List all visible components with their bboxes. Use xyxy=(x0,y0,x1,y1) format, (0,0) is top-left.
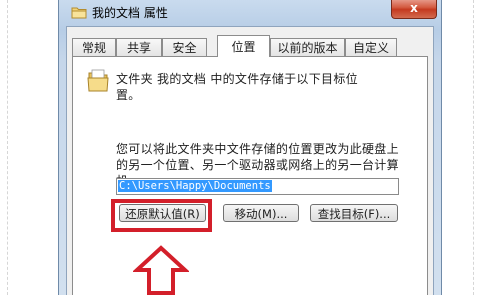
location-description-line-1: 文件夹 我的文档 中的文件存储于以下目标位 xyxy=(116,72,358,86)
location-path-text: C:\Users\Happy\Documents xyxy=(118,180,272,192)
red-highlight-box xyxy=(111,199,212,232)
tab-general[interactable]: 常规 xyxy=(72,38,116,56)
up-arrow-outline-icon xyxy=(133,245,189,295)
close-button[interactable]: x xyxy=(391,0,437,19)
location-explanation-line-1: 您可以将此文件夹中文件存储的位置更改为此硬盘上 xyxy=(116,142,399,156)
tab-previous-versions[interactable]: 以前的版本 xyxy=(270,38,345,56)
title-bar[interactable]: 我的文档 属性 x xyxy=(59,0,441,28)
dialog-client-area: 常规 共享 安全 位置 以前的版本 自定义 文件夹 我的文档 中的文件存储于以下… xyxy=(66,26,434,295)
tab-customize[interactable]: 自定义 xyxy=(345,38,397,56)
tab-security[interactable]: 安全 xyxy=(162,38,207,56)
tab-location[interactable]: 位置 xyxy=(217,35,270,57)
page-guide-right xyxy=(473,0,474,295)
folder-title-icon xyxy=(71,7,87,19)
location-explanation-line-2: 的另一个位置、另一个驱动器或网络上的另一台计算 xyxy=(116,158,399,172)
page-guide-left xyxy=(7,0,8,295)
location-description-line-2: 置。 xyxy=(116,88,141,102)
tab-sharing[interactable]: 共享 xyxy=(116,38,162,56)
properties-dialog: 我的文档 属性 x 常规 共享 安全 位置 以前的版本 自定义 文件夹 我的文档… xyxy=(58,0,442,295)
window-title: 我的文档 属性 xyxy=(92,6,168,20)
move-button[interactable]: 移动(M)... xyxy=(223,204,299,222)
find-target-button[interactable]: 查找目标(F)... xyxy=(310,204,398,222)
location-path-input[interactable]: C:\Users\Happy\Documents xyxy=(116,178,399,195)
location-panel: 文件夹 我的文档 中的文件存储于以下目标位 置。 您可以将此文件夹中文件存储的位… xyxy=(72,56,428,295)
folder-icon xyxy=(87,69,109,92)
